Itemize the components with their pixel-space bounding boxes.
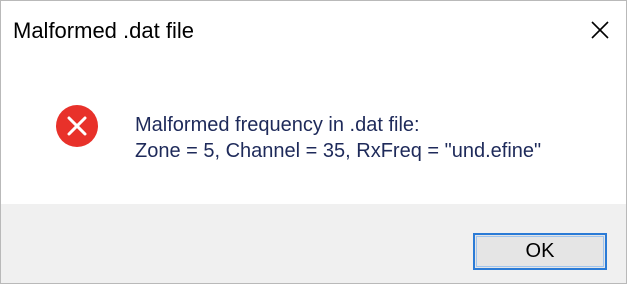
close-icon bbox=[591, 21, 609, 39]
close-button[interactable] bbox=[574, 1, 626, 59]
dialog-content: Malformed frequency in .dat file: Zone =… bbox=[1, 61, 626, 204]
error-dialog: Malformed .dat file Malformed frequency … bbox=[0, 0, 627, 284]
error-message: Malformed frequency in .dat file: Zone =… bbox=[135, 112, 541, 164]
dialog-title: Malformed .dat file bbox=[13, 18, 194, 43]
title-bar: Malformed .dat file bbox=[1, 1, 626, 61]
dialog-footer: OK bbox=[1, 204, 626, 283]
ok-button[interactable]: OK bbox=[473, 233, 607, 270]
error-message-line-2: Zone = 5, Channel = 35, RxFreq = "und.ef… bbox=[135, 140, 542, 162]
error-message-line-1: Malformed frequency in .dat file: bbox=[135, 114, 420, 136]
error-icon bbox=[56, 105, 98, 147]
